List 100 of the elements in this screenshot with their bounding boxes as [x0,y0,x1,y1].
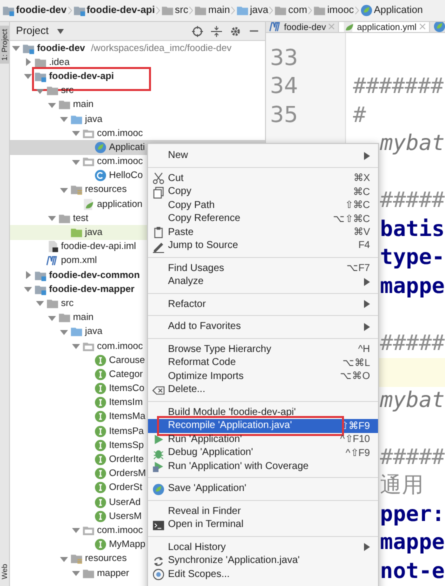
folder-icon [58,98,71,112]
target-icon[interactable] [192,26,203,36]
expand-arrow-icon[interactable] [72,158,80,166]
collapse-icon[interactable] [211,26,222,36]
caret-icon[interactable] [56,28,64,34]
menu-item[interactable]: Add to Favorites [148,320,378,334]
menu-item[interactable]: Edit Scopes... [148,568,378,581]
menu-item[interactable]: Jump to Source F4 [148,239,378,252]
code-text: # [353,102,366,130]
collapse-arrow-icon[interactable] [24,271,32,280]
menu-item[interactable]: Synchronize 'Application.java' [148,554,378,568]
interface-icon [94,481,107,494]
chevron-icon [230,6,235,15]
leaf-icon [94,140,107,154]
menu-item[interactable]: Run 'Application' ^⇧F10 [148,432,378,446]
shortcut-label: ⌘V [353,226,370,238]
maven-icon [269,22,282,32]
module-folder-icon [72,4,86,17]
leaf-icon [152,482,165,496]
folder-icon [46,84,59,98]
breadcrumb[interactable]: foodie-dev-api [72,4,155,17]
menu-item[interactable]: Build Module 'foodie-dev-api' [148,406,378,419]
settings-icon[interactable] [230,26,241,36]
interface-icon [94,538,107,552]
code-text: 通用 [380,472,424,500]
menu-item[interactable]: Cut ⌘X [148,172,378,185]
tree-item[interactable]: java [10,112,265,126]
expand-arrow-icon[interactable] [72,526,80,534]
code-text: ##### [380,187,445,215]
scope-icon [152,568,165,581]
tree-item[interactable]: main [10,98,265,112]
menu-item[interactable]: Run 'Application' with Coverage [148,460,378,473]
file-icon [46,240,59,254]
breadcrumb[interactable]: src [160,4,188,17]
menu-item[interactable]: Browse Type Hierarchy ^H [148,342,378,356]
folder-icon [58,311,71,324]
sync-icon [152,554,165,568]
collapse-arrow-icon[interactable] [24,58,32,66]
tree-item[interactable]: foodie-dev-api [10,69,265,84]
menu-item[interactable]: Optimize Imports ⌥⌘O [148,370,378,383]
menu-item[interactable]: Debug 'Application' ^⇧F9 [148,446,378,460]
chevron-icon [269,6,274,15]
breadcrumb[interactable]: com [274,4,308,17]
interface-icon [94,382,107,396]
project-path: /workspaces/idea_imc/foodie-dev [91,42,232,54]
code-text: mappe [380,529,445,557]
editor-tab[interactable]: application.yml [339,22,430,32]
code-text: ##### [380,444,445,472]
folder-icon [70,226,83,240]
shortcut-label: ^⇧F10 [340,433,370,446]
menu-item[interactable]: Save 'Application' [148,482,378,496]
folder-icon [70,183,83,196]
shortcut-label: F4 [358,240,370,252]
leaf-icon [432,22,445,32]
menu-item[interactable]: Reveal in Finder [148,504,378,518]
line-number: 34 [270,74,298,99]
expand-arrow-icon[interactable] [12,44,20,52]
menu-item[interactable]: Analyze [148,275,378,288]
menu-item[interactable]: Delete... [148,383,378,396]
leaf-icon [360,4,373,17]
breadcrumb[interactable]: imooc [313,4,354,17]
breadcrumb[interactable]: java [236,4,268,17]
code-text: mybat [380,386,445,414]
breadcrumb[interactable]: main [194,4,230,17]
copy-icon [152,186,165,198]
menu-item[interactable]: Local History [148,540,378,554]
leaf-icon [82,198,95,211]
menu-item[interactable]: Refactor [148,298,378,311]
coverage-icon [152,460,165,473]
menu-item[interactable]: Reformat Code ⌥⌘L [148,356,378,370]
code-text: mybat [380,130,445,158]
shortcut-label: ⌘X [353,172,370,184]
folder-icon [70,552,83,566]
line-number: 33 [270,46,298,70]
expand-arrow-icon[interactable] [48,214,56,222]
code-text: not-e [380,558,445,586]
chevron-icon [68,6,72,15]
clipboard-icon [152,226,165,239]
code-text: batis [380,216,445,244]
menu-item[interactable]: Copy Reference ⌥⇧⌘C [148,212,378,226]
expand-arrow-icon[interactable] [60,186,68,194]
close-icon[interactable] [418,23,426,30]
tree-item[interactable]: .idea [10,55,265,70]
close-icon[interactable] [328,23,336,30]
interface-icon [94,354,107,367]
menu-item[interactable]: Copy ⌘C [148,185,378,198]
shortcut-label: ⌥⌘O [340,370,370,382]
code-text: pper: [380,500,445,528]
tree-item[interactable]: com.imooc [10,126,265,140]
menu-item[interactable]: Find Usages ⌥F7 [148,262,378,275]
breadcrumb[interactable]: Application [360,4,423,17]
menu-item[interactable]: Copy Path ⇧⌘C [148,198,378,212]
delete-key-icon [152,384,165,396]
folder-icon [274,4,288,17]
chevron-icon [354,6,359,15]
panel-title[interactable]: Project [16,25,49,37]
breadcrumb[interactable]: foodie-dev [2,4,67,17]
folder-icon [160,4,174,17]
tree-item[interactable]: foodie-dev /workspaces/idea_imc/foodie-dev [10,41,265,56]
menu-item[interactable]: Open in Terminal [148,518,378,532]
